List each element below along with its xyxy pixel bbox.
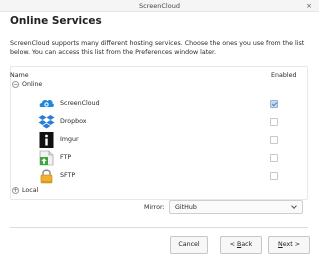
service-name-screencloud: ScreenCloud: [60, 100, 100, 107]
chevron-down-icon: [291, 203, 297, 209]
page-title: Online Services: [10, 15, 102, 27]
sftp-icon: [40, 169, 53, 184]
back-button[interactable]: < Back: [220, 236, 262, 254]
enable-dropbox-checkbox[interactable]: [270, 118, 278, 126]
column-header-name: Name: [10, 72, 29, 79]
column-header-enabled: Enabled: [271, 72, 297, 79]
cancel-button[interactable]: Cancel: [170, 236, 208, 254]
window-title: ScreenCloud: [139, 2, 180, 10]
next-button[interactable]: Next >: [268, 236, 310, 254]
service-name-imgur: Imgur: [60, 136, 79, 143]
group-local-label[interactable]: Local: [22, 187, 38, 194]
imgur-icon: [39, 132, 54, 148]
footer-divider: [10, 227, 308, 228]
mirror-label: Mirror:: [144, 204, 165, 211]
service-name-dropbox: Dropbox: [60, 118, 87, 125]
service-name-sftp: SFTP: [60, 172, 76, 179]
dropbox-icon: [38, 115, 55, 129]
mirror-select[interactable]: GitHub: [169, 200, 303, 214]
expand-local-icon[interactable]: +: [12, 187, 19, 194]
screencloud-icon: [39, 99, 54, 107]
enable-imgur-checkbox[interactable]: [270, 136, 278, 144]
mirror-select-value: GitHub: [175, 204, 197, 211]
page-description: ScreenCloud supports many different host…: [10, 40, 305, 56]
service-name-ftp: FTP: [60, 154, 72, 161]
ftp-icon: [39, 150, 54, 166]
group-online-label[interactable]: Online: [22, 81, 42, 88]
enable-sftp-checkbox[interactable]: [270, 172, 278, 180]
collapse-online-icon[interactable]: −: [12, 81, 19, 88]
enable-ftp-checkbox[interactable]: [270, 154, 278, 162]
enable-screencloud-checkbox[interactable]: [270, 100, 278, 108]
title-bar: ScreenCloud ×: [0, 0, 319, 12]
close-icon[interactable]: ×: [306, 1, 312, 11]
